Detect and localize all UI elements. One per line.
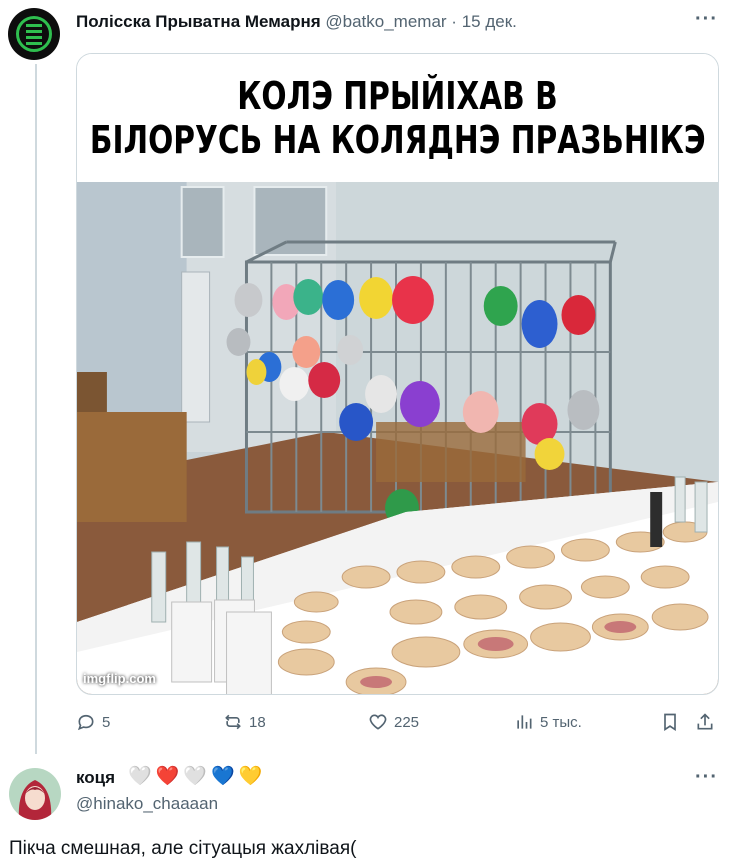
reply-text: Пікча смешная, але сітуацыя жахлівая( — [9, 838, 357, 859]
blue-heart-icon: 💙 — [211, 766, 235, 787]
white-heart-icon: 🤍 — [183, 766, 208, 787]
author-avatar[interactable] — [8, 8, 60, 60]
retweet-button[interactable]: 18 — [223, 712, 266, 732]
like-count: 225 — [394, 713, 420, 731]
retweet-icon — [225, 714, 241, 730]
tweet-actions: 5 18 225 5 тыс. — [76, 712, 719, 738]
share-button[interactable] — [695, 712, 715, 732]
tweet-media[interactable]: КОЛЭ ПРЫЙІХАВ В БІЛОРУСЬ НА КОЛЯДНЭ ПРАЗ… — [76, 53, 719, 695]
imgflip-watermark: imgflip.com — [83, 671, 156, 686]
tweet-date[interactable]: 15 дек. — [462, 12, 517, 31]
tweet-header: Полісска Прыватна Мемарня @batko_memar ·… — [76, 12, 517, 32]
share-icon — [697, 713, 713, 730]
avatar-image — [9, 768, 61, 820]
retweet-count: 18 — [249, 713, 266, 731]
meta-separator: · — [446, 12, 462, 31]
reply-count: 5 — [102, 713, 111, 731]
meme-caption-line-1: КОЛЭ ПРЫЙІХАВ В — [237, 74, 558, 118]
more-options-icon[interactable]: ··· — [695, 8, 718, 31]
meme-caption: КОЛЭ ПРЫЙІХАВ В БІЛОРУСЬ НА КОЛЯДНЭ ПРАЗ… — [77, 54, 718, 182]
reply-author-name[interactable]: коця — [76, 768, 115, 787]
heart-icon — [369, 714, 387, 730]
author-handle[interactable]: @batko_memar — [325, 12, 446, 31]
logo-icon — [16, 16, 52, 52]
author-name[interactable]: Полісска Прыватна Мемарня — [76, 12, 321, 31]
thread-connector — [35, 64, 37, 754]
yellow-heart-icon: 💛 — [238, 766, 263, 787]
reply-icon — [77, 714, 94, 731]
reply-author-handle[interactable]: @hinako_chaaaan — [76, 794, 218, 814]
red-heart-icon: ❤️ — [155, 766, 180, 787]
white-heart-icon: 🤍 — [128, 766, 152, 787]
reply-more-options-icon[interactable]: ··· — [695, 766, 718, 789]
bookmark-button[interactable] — [660, 712, 680, 732]
name-emoji-hearts: 🤍 ❤️ 🤍 💙 💛 — [128, 766, 262, 788]
bookmark-icon — [664, 713, 676, 732]
views-button[interactable]: 5 тыс. — [514, 712, 582, 732]
like-button[interactable]: 225 — [368, 712, 419, 732]
reply-button[interactable]: 5 — [76, 712, 110, 732]
views-count: 5 тыс. — [540, 713, 582, 731]
meme-caption-line-2: БІЛОРУСЬ НА КОЛЯДНЭ ПРАЗЬНІКЭ — [89, 118, 706, 162]
reply-header: коця — [76, 768, 115, 788]
meme-photo — [77, 182, 718, 694]
views-icon — [517, 715, 532, 729]
reply-author-avatar[interactable] — [9, 768, 61, 820]
